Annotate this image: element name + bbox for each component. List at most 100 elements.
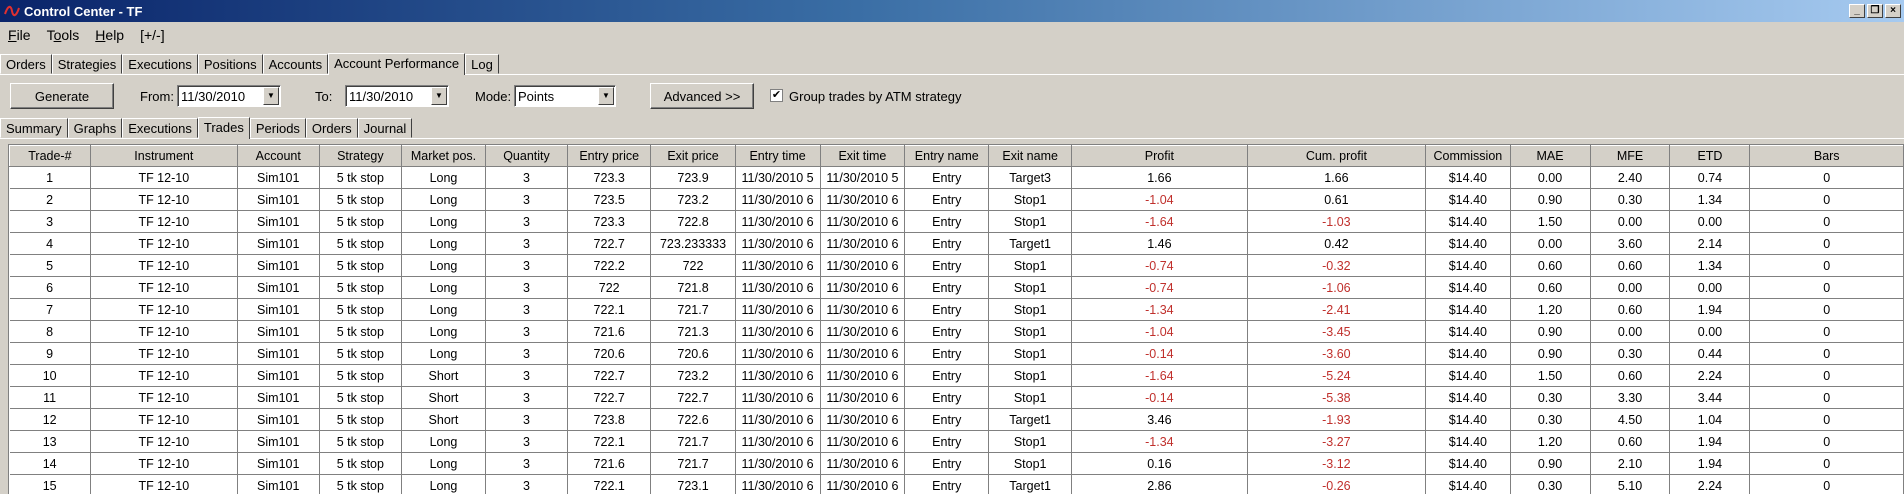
column-header-mae[interactable]: MAE [1509,145,1591,167]
subtab-journal[interactable]: Journal [357,118,413,138]
subtab-periods[interactable]: Periods [249,118,306,138]
table-cell: 3 [485,276,569,299]
table-cell: $14.40 [1425,430,1511,453]
table-cell: 0.90 [1510,320,1591,343]
table-row[interactable]: 12 TF 12-10 Sim101 5 tk stop Short 3 723.8 722.… [9,408,1904,431]
column-header-exit-price[interactable]: Exit price [650,145,736,167]
column-header-commission[interactable]: Commission [1425,145,1511,167]
column-header-exit-time[interactable]: Exit time [819,145,906,167]
table-row[interactable]: 9 TF 12-10 Sim101 5 tk stop Long 3 720.6 720.6 1… [9,342,1904,365]
chevron-down-icon[interactable]: ▼ [263,87,279,105]
table-cell: 11/30/2010 6 [735,342,821,365]
table-cell: -2.41 [1247,298,1427,321]
table-cell: -5.38 [1247,386,1427,409]
table-cell: 0.00 [1669,276,1751,299]
table-cell: 723.1 [650,474,736,494]
table-cell: 1.04 [1669,408,1751,431]
column-header-entry-time[interactable]: Entry time [734,145,821,167]
table-cell: 723.3 [567,210,652,233]
subtab-graphs[interactable]: Graphs [67,118,123,138]
subtab-trades[interactable]: Trades [197,117,250,139]
table-cell: Sim101 [237,210,320,233]
column-header-account[interactable]: Account [236,145,320,167]
table-row[interactable]: 7 TF 12-10 Sim101 5 tk stop Long 3 722.1 721.7 1… [9,298,1904,321]
column-header-cum-profit[interactable]: Cum. profit [1246,145,1427,167]
table-cell: 722.7 [567,386,652,409]
table-cell: 11/30/2010 6 [820,254,906,277]
column-header-profit[interactable]: Profit [1071,145,1248,167]
table-row[interactable]: 8 TF 12-10 Sim101 5 tk stop Long 3 721.6 721.3 1… [9,320,1904,343]
generate-button[interactable]: Generate [10,83,114,109]
table-cell: TF 12-10 [90,386,238,409]
subtab-executions[interactable]: Executions [122,118,198,138]
table-row[interactable]: 15 TF 12-10 Sim101 5 tk stop Long 3 722.1 723.1… [9,474,1904,494]
column-header-exit-name[interactable]: Exit name [988,145,1073,167]
table-cell: 11/30/2010 6 [735,364,821,387]
tab-orders[interactable]: Orders [0,54,52,74]
menu-bar: File Tools Help [+/-] [0,24,173,46]
chevron-down-icon[interactable]: ▼ [598,87,614,105]
column-header-entry-name[interactable]: Entry name [904,145,990,167]
table-cell: Stop1 [988,276,1073,299]
table-cell: 11/30/2010 6 [735,474,821,494]
table-cell: 722.1 [567,298,652,321]
from-date-picker[interactable]: 11/30/2010 ▼ [177,85,281,107]
column-header-strategy[interactable]: Strategy [318,145,403,167]
tab-account-performance[interactable]: Account Performance [328,53,466,75]
column-header-mfe[interactable]: MFE [1589,145,1671,167]
close-button[interactable]: × [1885,4,1901,18]
table-cell: 11/30/2010 6 [735,408,821,431]
table-cell: 0 [1749,254,1904,277]
table-cell: 1.66 [1071,166,1248,189]
table-cell: 0 [1749,364,1904,387]
subtab-summary[interactable]: Summary [0,118,68,138]
table-row[interactable]: 11 TF 12-10 Sim101 5 tk stop Short 3 722.7 722.… [9,386,1904,409]
table-cell: 14 [9,452,91,475]
menu-tools[interactable]: Tools [39,27,88,43]
chevron-down-icon[interactable]: ▼ [431,87,447,105]
advanced-button[interactable]: Advanced >> [650,83,754,109]
table-cell: 720.6 [650,342,736,365]
to-date-picker[interactable]: 11/30/2010 ▼ [345,85,449,107]
table-row[interactable]: 1 TF 12-10 Sim101 5 tk stop Long 3 723.3 723.9 1… [9,166,1904,189]
table-row[interactable]: 3 TF 12-10 Sim101 5 tk stop Long 3 723.3 722.8 1… [9,210,1904,233]
menu-file[interactable]: File [0,27,39,43]
menu-help[interactable]: Help [87,27,132,43]
column-header-instrument[interactable]: Instrument [89,145,238,167]
table-cell: Sim101 [237,342,320,365]
table-row[interactable]: 2 TF 12-10 Sim101 5 tk stop Long 3 723.5 723.2 1… [9,188,1904,211]
column-header-market-pos[interactable]: Market pos. [401,145,486,167]
tab-log[interactable]: Log [465,54,499,74]
table-cell: 5 [9,254,91,277]
table-row[interactable]: 10 TF 12-10 Sim101 5 tk stop Short 3 722.7 723.… [9,364,1904,387]
menu-expand-toggle[interactable]: [+/-] [132,27,173,43]
table-cell: 3 [485,452,569,475]
table-cell: 3 [485,166,569,189]
column-header-etd[interactable]: ETD [1669,145,1751,167]
table-cell: 721.7 [650,430,736,453]
table-row[interactable]: 6 TF 12-10 Sim101 5 tk stop Long 3 722 721.8 11/… [9,276,1904,299]
tab-executions[interactable]: Executions [122,54,198,74]
tab-accounts[interactable]: Accounts [262,54,329,74]
tab-strategies[interactable]: Strategies [51,54,123,74]
tab-positions[interactable]: Positions [197,54,263,74]
column-header-quantity[interactable]: Quantity [484,145,569,167]
column-header-trade[interactable]: Trade-# [9,145,91,167]
restore-button[interactable]: ❒ [1867,4,1883,18]
table-cell: 0.60 [1590,364,1671,387]
table-row[interactable]: 4 TF 12-10 Sim101 5 tk stop Long 3 722.7 723.23… [9,232,1904,255]
table-row[interactable]: 14 TF 12-10 Sim101 5 tk stop Long 3 721.6 721.7… [9,452,1904,475]
group-trades-checkbox[interactable]: ✔ [770,89,783,102]
table-cell: TF 12-10 [90,254,238,277]
table-cell: TF 12-10 [90,364,238,387]
mode-select[interactable]: Points ▼ [514,85,616,107]
table-cell: 723.233333 [650,232,736,255]
column-header-bars[interactable]: Bars [1749,145,1904,167]
table-cell: 0.00 [1669,320,1751,343]
subtab-orders[interactable]: Orders [305,118,358,138]
table-cell: 0.90 [1510,188,1591,211]
table-row[interactable]: 5 TF 12-10 Sim101 5 tk stop Long 3 722.2 722 11/… [9,254,1904,277]
column-header-entry-price[interactable]: Entry price [566,145,652,167]
minimize-button[interactable]: _ [1849,4,1865,18]
table-row[interactable]: 13 TF 12-10 Sim101 5 tk stop Long 3 722.1 721.7… [9,430,1904,453]
